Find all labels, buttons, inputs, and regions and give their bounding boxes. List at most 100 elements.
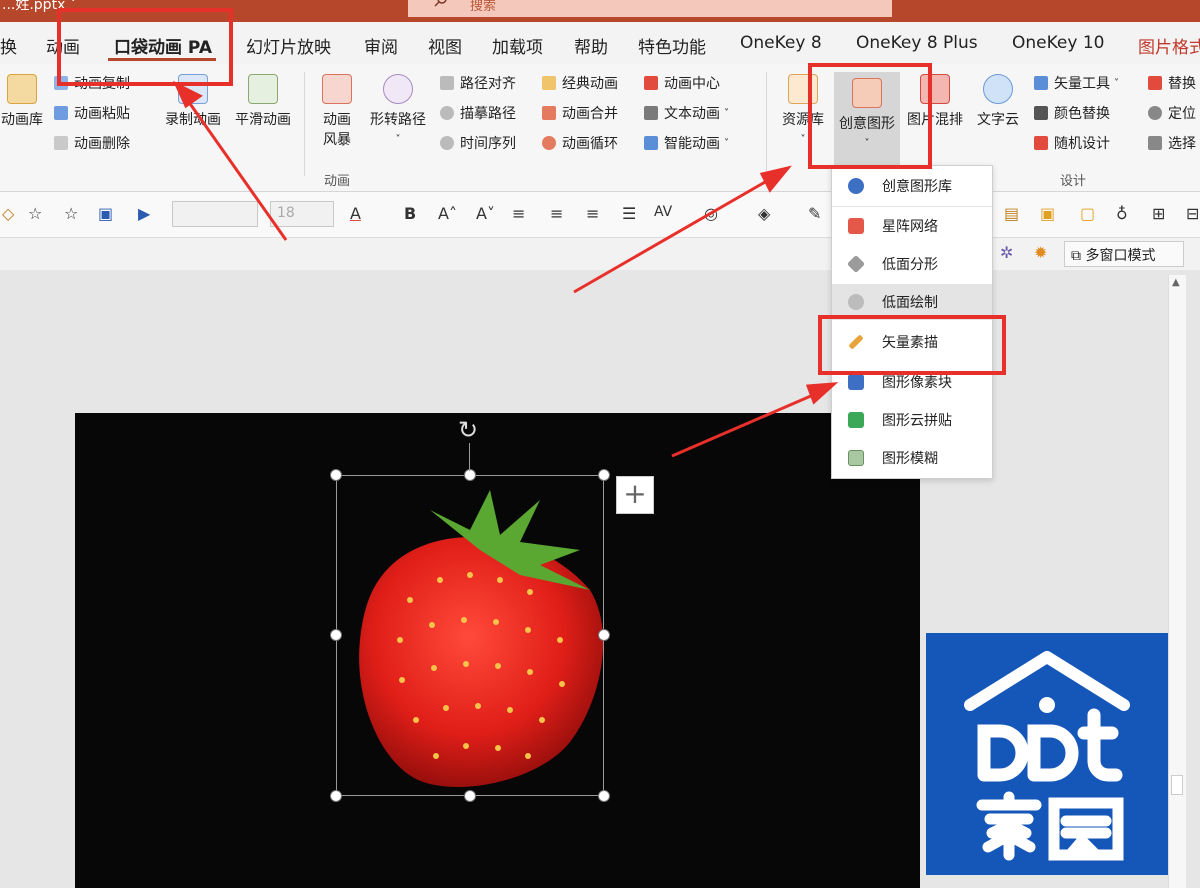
rotate-icon[interactable]: ↻ [458, 416, 478, 444]
anim-center-button[interactable]: 动画中心 [644, 72, 720, 94]
align-right-icon[interactable]: ≡ [586, 204, 599, 223]
text-anim-button[interactable]: 文本动画 ˅ [644, 102, 729, 124]
group-icon[interactable]: ▤ [1004, 204, 1019, 223]
font-size-select[interactable]: 18 [270, 201, 334, 227]
anim-merge-label: 动画合并 [562, 106, 618, 122]
resize-handle[interactable] [598, 469, 610, 481]
storm-icon [322, 74, 352, 104]
scroll-thumb[interactable] [1171, 775, 1183, 795]
menu-item-star-network[interactable]: 星阵网络 [832, 208, 992, 244]
multiwindow-button[interactable]: ⧉ 多窗口模式 [1064, 241, 1184, 267]
resize-handle[interactable] [330, 469, 342, 481]
distribute-icon[interactable]: ⊞ [1152, 204, 1165, 223]
multiwindow-label: 多窗口模式 [1085, 248, 1156, 264]
pen-icon[interactable]: ✎ [808, 204, 821, 223]
format-toolbar: ◇ ☆ ☆ ▣ ▶ 18 A B A˄ A˅ ≡ ≡ ≡ ☰ AV ◎ ◈ ✎ … [0, 192, 1200, 238]
word-cloud-button[interactable]: 文字云 [972, 74, 1024, 130]
chevron-down-icon: ˅ [724, 107, 729, 119]
path-align-button[interactable]: 路径对齐 [440, 72, 516, 94]
anim-lib-button[interactable]: 动画库 [0, 74, 44, 130]
anim-delete-button[interactable]: 动画删除 [54, 132, 130, 154]
tab-features[interactable]: 特色功能 [638, 33, 706, 58]
resize-handle[interactable] [464, 790, 476, 802]
network-icon [848, 218, 864, 234]
anim-storm-button[interactable]: 动画 风暴 [314, 74, 360, 150]
tab-picture-format[interactable]: 图片格式 [1138, 33, 1200, 58]
shape-icon[interactable]: ◇ [2, 204, 14, 223]
replace-icon [1148, 76, 1162, 90]
vertical-scrollbar[interactable]: ▲ [1168, 275, 1186, 888]
chevron-down-icon: ˅ [724, 137, 729, 149]
anim-merge-button[interactable]: 动画合并 [542, 102, 618, 124]
tab-onekey8[interactable]: OneKey 8 [740, 33, 822, 53]
search-input[interactable]: 搜索 [408, 0, 892, 17]
time-sequence-label: 时间序列 [460, 136, 516, 152]
font-color-button[interactable]: A [350, 204, 361, 223]
shape-fill-icon[interactable]: ◎ [704, 204, 718, 223]
anim-storm-label-1: 动画 [323, 112, 351, 128]
classic-anim-button[interactable]: 经典动画 [542, 72, 618, 94]
anim-lib-label: 动画库 [1, 112, 43, 128]
trace-path-label: 描摹路径 [460, 106, 516, 122]
scroll-up-icon[interactable]: ▲ [1172, 277, 1180, 288]
image-icon [848, 450, 864, 466]
select-button[interactable]: 选择 [1148, 132, 1196, 154]
tab-slideshow[interactable]: 幻灯片放映 [246, 33, 331, 58]
magic-icon[interactable]: ✲ [1000, 243, 1013, 262]
tab-transitions[interactable]: 换 [0, 33, 17, 58]
vector-tools-button[interactable]: 矢量工具 ˅ [1034, 72, 1119, 94]
char-spacing-button[interactable]: AV [654, 204, 672, 220]
color-replace-button[interactable]: 颜色替换 [1034, 102, 1110, 124]
diamond-icon [846, 254, 866, 274]
smart-anim-button[interactable]: 智能动画 ˅ [644, 132, 729, 154]
resize-handle[interactable] [330, 629, 342, 641]
resize-handle[interactable] [330, 790, 342, 802]
trace-path-button[interactable]: 描摹路径 [440, 102, 516, 124]
resize-handle[interactable] [598, 790, 610, 802]
justify-icon[interactable]: ☰ [622, 204, 636, 223]
random-design-button[interactable]: 随机设计 [1034, 132, 1110, 154]
resize-handle[interactable] [598, 629, 610, 641]
shape-path-button[interactable]: 形转路径 ˅ [364, 74, 432, 150]
callout-box-vector-sketch [818, 315, 1006, 375]
tab-addins[interactable]: 加载项 [492, 33, 543, 58]
menu-item-shape-blur[interactable]: 图形模糊 [832, 440, 992, 476]
align-left-icon[interactable]: ≡ [512, 204, 525, 223]
align-center-icon[interactable]: ≡ [550, 204, 563, 223]
tab-review[interactable]: 审阅 [364, 33, 398, 58]
layout-options-button[interactable]: + [616, 476, 654, 514]
more-icon[interactable]: ⊟ [1186, 204, 1199, 223]
paint-bucket-icon[interactable]: ◈ [758, 204, 770, 223]
layer-icon[interactable]: ▣ [1040, 204, 1055, 223]
star-icon[interactable]: ☆ [64, 204, 78, 223]
play-box-icon[interactable]: ▶ [138, 204, 150, 223]
menu-item-cloud-collage[interactable]: 图形云拼贴 [832, 402, 992, 438]
shrink-font-icon[interactable]: A˅ [476, 204, 495, 223]
tab-onekey10[interactable]: OneKey 10 [1012, 33, 1104, 53]
grow-font-icon[interactable]: A˄ [438, 204, 457, 223]
textbox-icon[interactable]: ▣ [98, 204, 113, 223]
tab-view[interactable]: 视图 [428, 33, 462, 58]
layer2-icon[interactable]: ▢ [1080, 204, 1095, 223]
menu-item-creative-shape-lib[interactable]: 创意图形库 [832, 168, 992, 204]
selection-box [336, 475, 604, 796]
menu-item-low-poly-fractal[interactable]: 低面分形 [832, 246, 992, 282]
poly-icon [848, 294, 864, 310]
smooth-anim-button[interactable]: 平滑动画 [230, 74, 296, 130]
gear-icon[interactable]: ✹ [1034, 243, 1047, 262]
bold-button[interactable]: B [404, 204, 416, 223]
locate-button[interactable]: 定位 [1148, 102, 1196, 124]
resize-handle[interactable] [464, 469, 476, 481]
align-top-icon[interactable]: ♁ [1116, 204, 1128, 223]
anim-paste-label: 动画粘贴 [74, 106, 130, 122]
font-name-select[interactable] [172, 201, 258, 227]
time-sequence-button[interactable]: 时间序列 [440, 132, 516, 154]
delete-icon [54, 136, 68, 150]
anim-paste-button[interactable]: 动画粘贴 [54, 102, 130, 124]
tab-onekey8plus[interactable]: OneKey 8 Plus [856, 33, 978, 53]
menu-item-label: 低面分形 [882, 257, 938, 273]
tab-help[interactable]: 帮助 [574, 33, 608, 58]
anim-loop-button[interactable]: 动画循环 [542, 132, 618, 154]
replace-button[interactable]: 替换 [1148, 72, 1196, 94]
star-outline-icon[interactable]: ☆ [28, 204, 42, 223]
